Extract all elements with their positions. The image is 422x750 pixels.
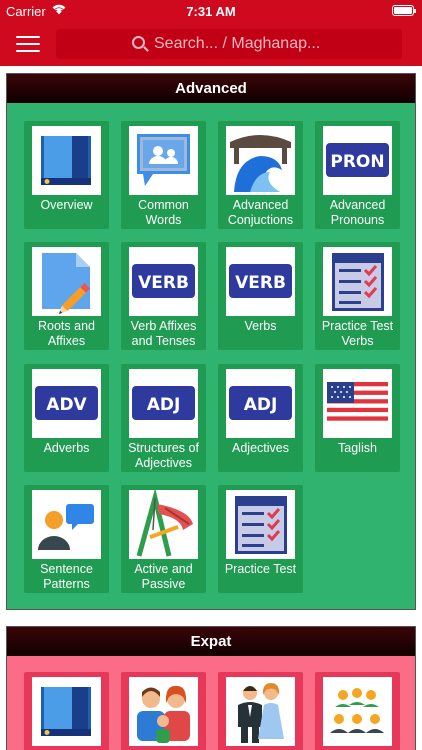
couple-icon bbox=[226, 677, 295, 746]
us-flag-icon bbox=[323, 369, 392, 438]
verb-badge-icon: VERB bbox=[129, 247, 198, 316]
svg-text:PRON: PRON bbox=[330, 152, 384, 172]
tile-label: Overview bbox=[40, 198, 93, 212]
tile-label: Advanced Conjuctions bbox=[227, 198, 294, 227]
tile-label: Verbs bbox=[244, 319, 277, 333]
svg-text:ADV: ADV bbox=[46, 395, 87, 415]
section-advanced: Advanced Overview Common Words Advanced … bbox=[6, 73, 416, 610]
checklist-icon bbox=[323, 247, 392, 316]
clock: 7:31 AM bbox=[186, 4, 236, 19]
svg-text:VERB: VERB bbox=[138, 273, 189, 293]
book-icon bbox=[32, 126, 101, 195]
tile-expat-4[interactable] bbox=[315, 672, 400, 750]
svg-text:VERB: VERB bbox=[235, 273, 286, 293]
tile-taglish[interactable]: Taglish bbox=[315, 364, 400, 472]
chat-people-icon bbox=[129, 126, 198, 195]
tile-label: Practice Test Verbs bbox=[321, 319, 394, 348]
top-navbar: Search... / Maghanap... bbox=[0, 22, 422, 66]
tile-advanced-conjuctions[interactable]: Advanced Conjuctions bbox=[218, 121, 303, 229]
tile-label: Taglish bbox=[338, 441, 377, 455]
hamburger-menu-icon[interactable] bbox=[16, 36, 40, 52]
tile-label: Active and Passive bbox=[134, 562, 193, 591]
tile-label: Practice Test bbox=[224, 562, 297, 576]
tile-active-and-passive[interactable]: Active and Passive bbox=[121, 485, 206, 593]
tile-sentence-patterns[interactable]: Sentence Patterns bbox=[24, 485, 109, 593]
tile-advanced-pronouns[interactable]: PRON Advanced Pronouns bbox=[315, 121, 400, 229]
checklist-icon bbox=[226, 490, 295, 559]
section-title-expat: Expat bbox=[7, 627, 415, 656]
swing-icon bbox=[129, 490, 198, 559]
person-speech-icon bbox=[32, 490, 101, 559]
tile-adjectives[interactable]: ADJ Adjectives bbox=[218, 364, 303, 472]
tile-label: Advanced Pronouns bbox=[329, 198, 386, 227]
family-icon bbox=[129, 677, 198, 746]
battery-icon bbox=[392, 5, 416, 16]
pron-badge-icon: PRON bbox=[323, 126, 392, 195]
section-expat: Expat bbox=[6, 626, 416, 750]
adj-badge-icon: ADJ bbox=[226, 369, 295, 438]
tile-label: Adjectives bbox=[232, 441, 289, 455]
tile-adverbs[interactable]: ADV Adverbs bbox=[24, 364, 109, 472]
search-input[interactable]: Search... / Maghanap... bbox=[56, 29, 402, 59]
tile-label: Verb Affixes and Tenses bbox=[130, 319, 197, 348]
tile-label: Roots and Affixes bbox=[38, 319, 95, 348]
bridge-wave-icon bbox=[226, 126, 295, 195]
tile-label: Adverbs bbox=[43, 441, 90, 455]
tile-verb-affixes-and-tenses[interactable]: VERB Verb Affixes and Tenses bbox=[121, 242, 206, 350]
tile-overview[interactable]: Overview bbox=[24, 121, 109, 229]
search-icon bbox=[132, 36, 145, 49]
tile-structures-of-adjectives[interactable]: ADJ Structures of Adjectives bbox=[121, 364, 206, 472]
svg-text:ADJ: ADJ bbox=[147, 395, 181, 415]
section-title-advanced: Advanced bbox=[7, 74, 415, 103]
verb-badge-icon: VERB bbox=[226, 247, 295, 316]
tile-expat-2[interactable] bbox=[121, 672, 206, 750]
document-pencil-icon bbox=[32, 247, 101, 316]
search-placeholder: Search... / Maghanap... bbox=[154, 35, 321, 52]
tile-label: Common Words bbox=[138, 198, 189, 227]
adj-badge-icon: ADJ bbox=[129, 369, 198, 438]
tile-practice-test[interactable]: Practice Test bbox=[218, 485, 303, 593]
tile-verbs[interactable]: VERB Verbs bbox=[218, 242, 303, 350]
tile-practice-test-verbs[interactable]: Practice Test Verbs bbox=[315, 242, 400, 350]
tile-common-words[interactable]: Common Words bbox=[121, 121, 206, 229]
tile-roots-and-affixes[interactable]: Roots and Affixes bbox=[24, 242, 109, 350]
adv-badge-icon: ADV bbox=[32, 369, 101, 438]
svg-text:ADJ: ADJ bbox=[244, 395, 278, 415]
tile-label: Sentence Patterns bbox=[40, 562, 93, 591]
tile-expat-3[interactable] bbox=[218, 672, 303, 750]
tile-label: Structures of Adjectives bbox=[128, 441, 199, 470]
group-icon bbox=[323, 677, 392, 746]
status-bar: Carrier 7:31 AM bbox=[0, 0, 422, 22]
book-icon bbox=[32, 677, 101, 746]
tile-expat-1[interactable] bbox=[24, 672, 109, 750]
